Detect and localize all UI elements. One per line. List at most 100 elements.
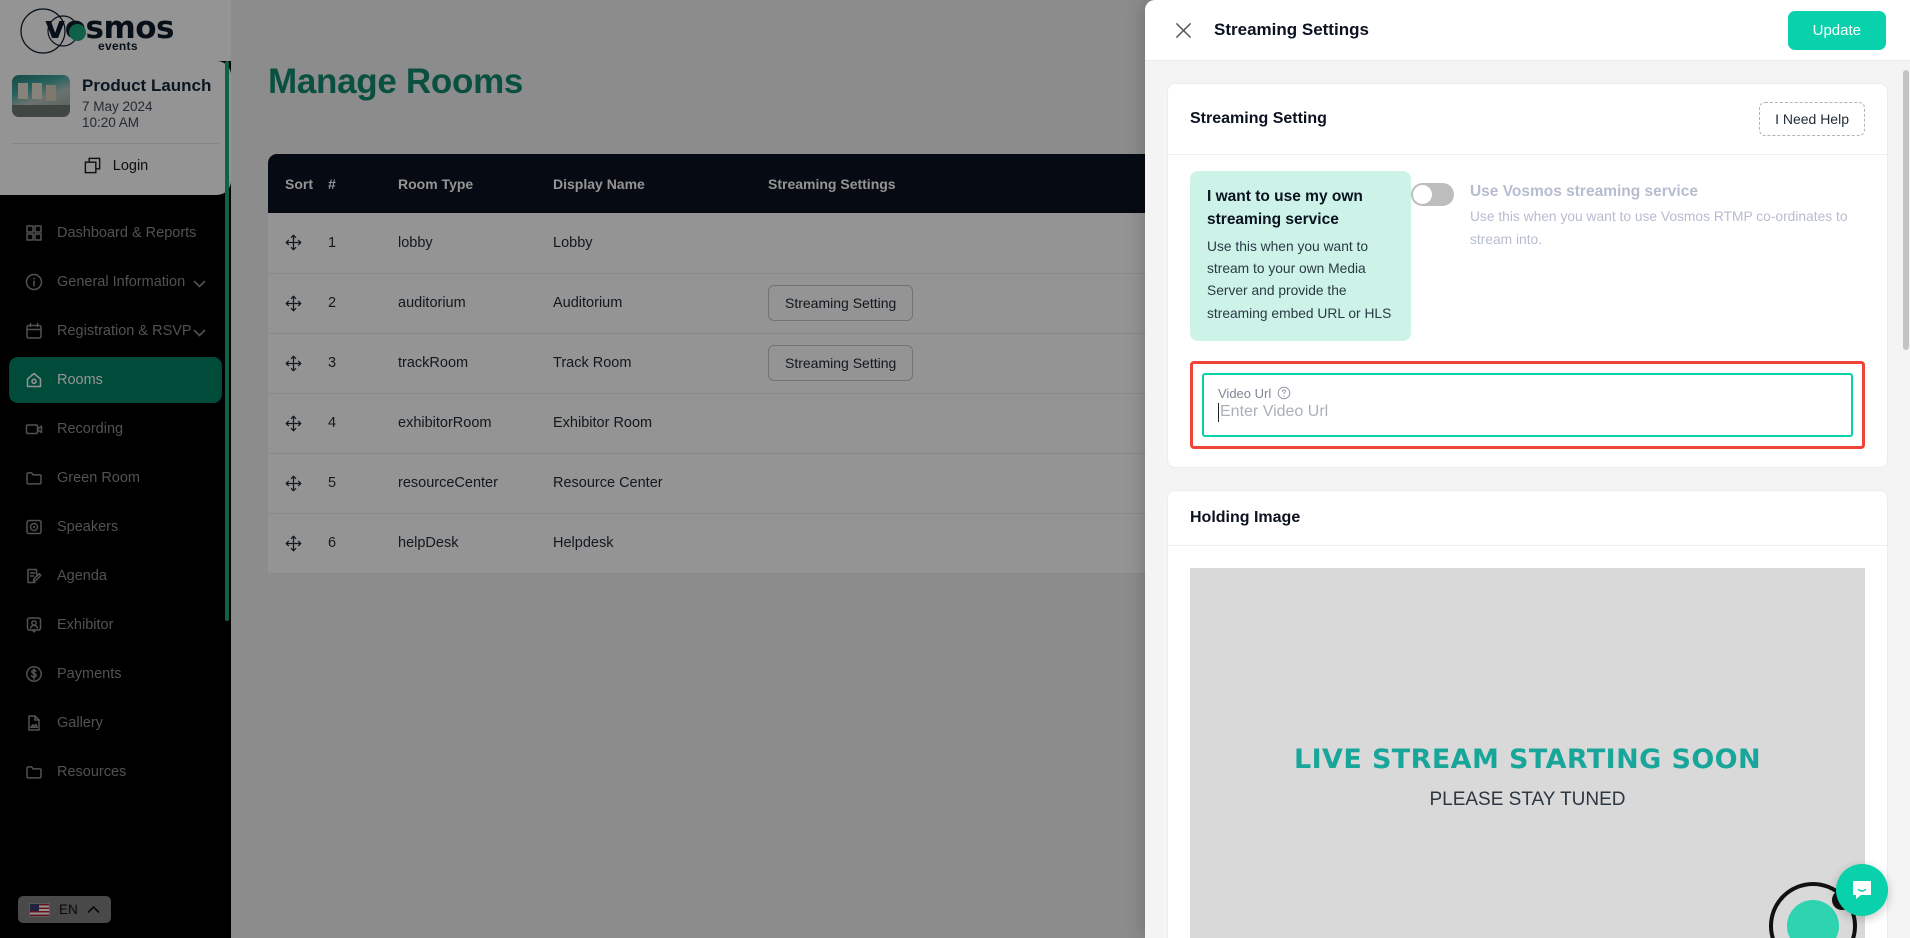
agenda-icon: [25, 567, 43, 585]
language-selector[interactable]: EN: [18, 896, 111, 923]
speaker-icon: [25, 518, 43, 536]
sidebar-item-general-information[interactable]: General Information: [9, 259, 222, 305]
column-header-number[interactable]: #: [328, 154, 398, 213]
cell-display-name: Exhibitor Room: [553, 393, 768, 454]
sidebar-item-label: General Information: [57, 274, 186, 290]
option-vosmos-title: Use Vosmos streaming service: [1469, 183, 1698, 200]
cell-room-type: exhibitorRoom: [398, 393, 553, 454]
sidebar-item-label: Exhibitor: [57, 617, 114, 633]
holding-image-preview-title: LIVE STREAM STARTING SOON: [1293, 744, 1762, 776]
option-own-description: Use this when you want to stream to your…: [1207, 238, 1392, 321]
sidebar-item-label: Rooms: [57, 372, 103, 388]
streaming-setting-button[interactable]: Streaming Setting: [768, 285, 914, 321]
i-need-help-button[interactable]: I Need Help: [1759, 102, 1865, 136]
video-url-field[interactable]: Video Url: [1202, 372, 1853, 437]
column-header-room-type[interactable]: Room Type: [398, 154, 553, 213]
sidebar-item-registration-rsvp[interactable]: Registration & RSVP: [9, 308, 222, 354]
sidebar-item-agenda[interactable]: Agenda: [9, 553, 222, 599]
login-label: Login: [112, 157, 149, 174]
cell-display-name: Track Room: [553, 333, 768, 394]
event-name: Product Launch: [82, 76, 212, 95]
help-circle-icon[interactable]: [1277, 386, 1291, 400]
cell-number: 2: [328, 273, 398, 334]
option-own-streaming-service[interactable]: I want to use my own streaming service U…: [1190, 171, 1411, 341]
drawer-title: Streaming Settings: [1214, 20, 1369, 39]
text-caret: [1218, 402, 1219, 422]
streaming-service-toggle[interactable]: [1410, 183, 1454, 206]
cell-display-name: Auditorium: [553, 273, 768, 334]
logo-block[interactable]: vosmos events: [0, 0, 231, 61]
cell-streaming-settings: [768, 453, 998, 514]
vosmos-logo: vosmos events: [16, 6, 196, 56]
chevron-down-icon[interactable]: [193, 325, 206, 341]
drawer-body: Streaming Setting I Need Help I want to …: [1145, 61, 1910, 938]
cell-display-name: Resource Center: [553, 453, 768, 514]
event-card: Product Launch 7 May 2024 10:20 AM Login: [0, 61, 231, 195]
holding-image-heading: Holding Image: [1190, 508, 1301, 526]
close-icon[interactable]: [1174, 21, 1193, 40]
toggle-knob: [1412, 185, 1432, 204]
cell-number: 4: [328, 393, 398, 454]
sidebar-item-recording[interactable]: Recording: [9, 406, 222, 452]
column-header-sort[interactable]: Sort: [268, 154, 328, 213]
sidebar-item-label: Payments: [57, 666, 122, 682]
sidebar-item-rooms[interactable]: Rooms: [9, 357, 222, 403]
streaming-setting-heading: Streaming Setting: [1190, 110, 1327, 127]
update-button[interactable]: Update: [1787, 10, 1886, 50]
sidebar-item-label: Registration & RSVP: [57, 323, 192, 339]
sidebar-item-label: Dashboard & Reports: [57, 225, 197, 241]
login-button[interactable]: Login: [12, 143, 219, 187]
cell-room-type: helpDesk: [398, 513, 553, 574]
video-url-highlight: Video Url: [1190, 360, 1865, 449]
us-flag-icon: [29, 902, 50, 917]
video-icon: [25, 420, 43, 438]
cell-number: 1: [328, 213, 398, 274]
event-date: 7 May 2024: [82, 99, 153, 115]
logo-subtext: events: [98, 38, 138, 53]
folder-icon: [25, 763, 43, 781]
intercom-chat-launcher[interactable]: [1836, 864, 1888, 916]
cell-room-type: auditorium: [398, 273, 553, 334]
gallery-icon: [25, 714, 43, 732]
video-url-label-row: Video Url: [1218, 386, 1837, 401]
cell-streaming-settings: Streaming Setting: [768, 333, 998, 394]
grid-icon: [25, 224, 43, 242]
sidebar-nav: Dashboard & Reports General Information Re…: [0, 195, 231, 795]
column-header-streaming-settings[interactable]: Streaming Settings: [768, 154, 998, 213]
cell-number: 6: [328, 513, 398, 574]
exhibitor-icon: [25, 616, 43, 634]
event-time: 10:20 AM: [82, 115, 140, 131]
drawer-scrollbar-thumb[interactable]: [1903, 70, 1909, 350]
info-icon: [25, 273, 43, 291]
sidebar-item-green-room[interactable]: Green Room: [9, 455, 222, 501]
drag-handle-icon[interactable]: [268, 393, 328, 454]
sidebar-item-speakers[interactable]: Speakers: [9, 504, 222, 550]
cell-number: 3: [328, 333, 398, 394]
sidebar-item-label: Agenda: [57, 568, 107, 584]
cell-streaming-settings: [768, 393, 998, 454]
cell-number: 5: [328, 453, 398, 514]
cell-display-name: Lobby: [553, 213, 768, 274]
sidebar-item-exhibitor[interactable]: Exhibitor: [9, 602, 222, 648]
chevron-down-icon[interactable]: [193, 276, 206, 292]
sidebar-item-label: Gallery: [57, 715, 103, 731]
sidebar-item-payments[interactable]: Payments: [9, 651, 222, 697]
sidebar-item-dashboard-reports[interactable]: Dashboard & Reports: [9, 210, 222, 256]
drag-handle-icon[interactable]: [268, 453, 328, 514]
sidebar-item-label: Speakers: [57, 519, 119, 535]
copy-icon: [84, 157, 101, 174]
drag-handle-icon[interactable]: [268, 213, 328, 274]
streaming-setting-button[interactable]: Streaming Setting: [768, 345, 914, 381]
drag-handle-icon[interactable]: [268, 273, 328, 334]
option-vosmos-streaming-service[interactable]: Use Vosmos streaming service Use this wh…: [1410, 171, 1865, 341]
sidebar-item-resources[interactable]: Resources: [9, 749, 222, 795]
sidebar-scrollbar[interactable]: [225, 61, 229, 621]
column-header-display-name[interactable]: Display Name: [553, 154, 768, 213]
drag-handle-icon[interactable]: [268, 513, 328, 574]
streaming-setting-card: Streaming Setting I Need Help I want to …: [1167, 83, 1888, 468]
cell-streaming-settings: [768, 213, 998, 274]
sidebar-item-gallery[interactable]: Gallery: [9, 700, 222, 746]
drag-handle-icon[interactable]: [268, 333, 328, 394]
video-url-input[interactable]: [1220, 403, 1837, 422]
cell-room-type: lobby: [398, 213, 553, 274]
